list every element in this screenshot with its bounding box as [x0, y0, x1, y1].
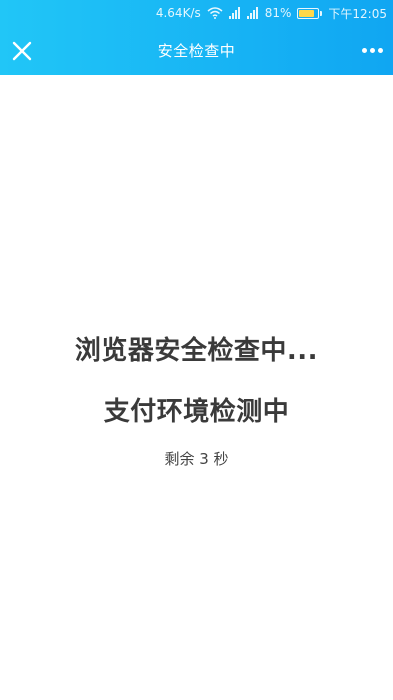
signal-icon [228, 7, 241, 19]
more-icon [377, 48, 383, 53]
main-content: 浏览器安全检查中... 支付环境检测中 剩余 3 秒 [0, 75, 393, 700]
countdown-text: 剩余 3 秒 [164, 450, 229, 468]
close-button[interactable] [8, 37, 36, 65]
more-icon [369, 48, 375, 53]
close-icon [12, 41, 32, 60]
more-button[interactable] [357, 37, 387, 65]
signal-icon [246, 7, 259, 19]
app-header: 4.64K/s 81% 下午12:05 安全检查中 [0, 0, 393, 75]
page-title: 安全检查中 [157, 42, 236, 60]
network-speed: 4.64K/s [155, 6, 201, 20]
wifi-icon [207, 7, 223, 19]
nav-bar: 安全检查中 [0, 26, 393, 75]
security-check-text: 浏览器安全检查中... [74, 336, 319, 366]
battery-percent: 81% [264, 6, 292, 20]
status-bar: 4.64K/s 81% 下午12:05 [0, 0, 393, 26]
status-time: 下午12:05 [328, 6, 387, 21]
payment-check-text: 支付环境检测中 [103, 397, 290, 427]
more-icon [361, 48, 367, 53]
battery-level [299, 9, 314, 17]
battery-icon [297, 7, 323, 19]
